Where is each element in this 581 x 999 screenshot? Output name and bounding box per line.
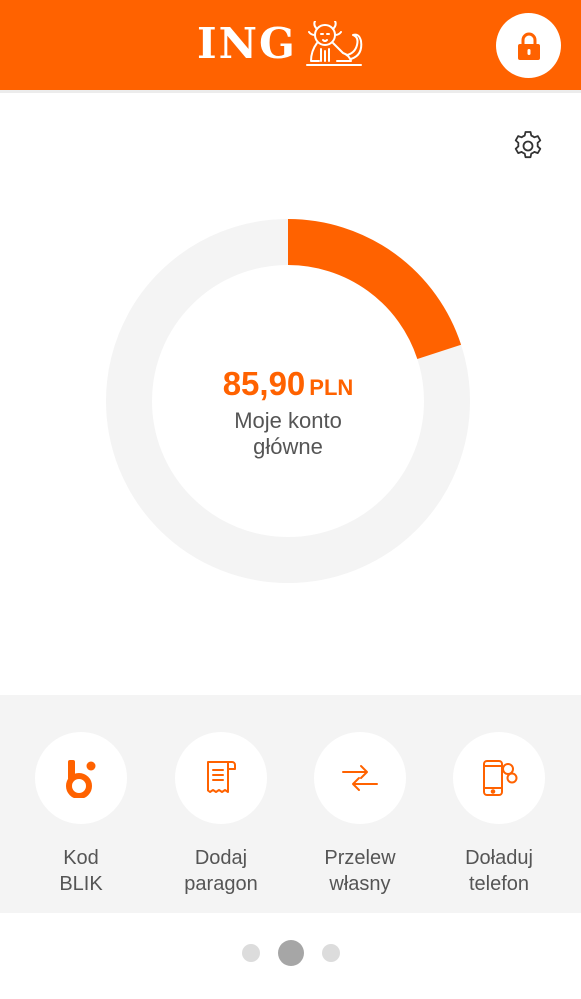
action-circle: [175, 732, 267, 824]
page-dot-2[interactable]: [277, 940, 304, 966]
action-label: Doładuj telefon: [465, 847, 533, 895]
action-kod-blik[interactable]: Kod BLIK: [21, 732, 141, 897]
header-divider: [0, 90, 581, 93]
action-doladuj-telefon[interactable]: Doładuj telefon: [439, 732, 559, 897]
page-indicator: [0, 940, 581, 966]
action-label: Dodaj paragon: [184, 847, 258, 895]
action-label: Kod BLIK: [59, 847, 103, 895]
lion-icon: [305, 21, 363, 66]
action-label: Przelew własny: [324, 847, 396, 895]
account-balance: 85,90 PLN: [105, 365, 471, 403]
brand-name: ING: [197, 19, 297, 68]
balance-amount: 85,90: [222, 365, 306, 402]
receipt-icon: [207, 761, 236, 793]
action-circle: [314, 732, 406, 824]
gear-icon: [514, 131, 542, 159]
balance-currency: PLN: [309, 375, 354, 400]
blik-icon: [66, 760, 96, 798]
settings-button[interactable]: [510, 127, 546, 163]
page-dot-3[interactable]: [321, 944, 340, 962]
account-name-line-2: główne: [253, 434, 323, 459]
account-name[interactable]: Moje konto główne: [170, 408, 406, 460]
action-circle: [453, 732, 545, 824]
account-name-line-1: Moje konto: [234, 408, 342, 433]
transfer-arrows-icon: [342, 765, 378, 791]
action-circle: [35, 732, 127, 824]
account-name-text: Moje konto główne: [170, 408, 406, 460]
action-dodaj-paragon[interactable]: Dodaj paragon: [161, 732, 281, 897]
app-header: ING: [0, 0, 581, 90]
quick-actions-panel: Kod BLIK Dodaj paragon Przelew własny Do…: [0, 695, 581, 913]
action-przelew-wlasny[interactable]: Przelew własny: [300, 732, 420, 897]
ing-logo: ING: [197, 18, 373, 70]
phone-topup-icon: [483, 760, 518, 796]
donut-filled-segment: [287, 219, 462, 360]
page-dot-1[interactable]: [241, 944, 260, 962]
lock-icon: [517, 32, 540, 60]
lock-button[interactable]: [496, 13, 561, 78]
